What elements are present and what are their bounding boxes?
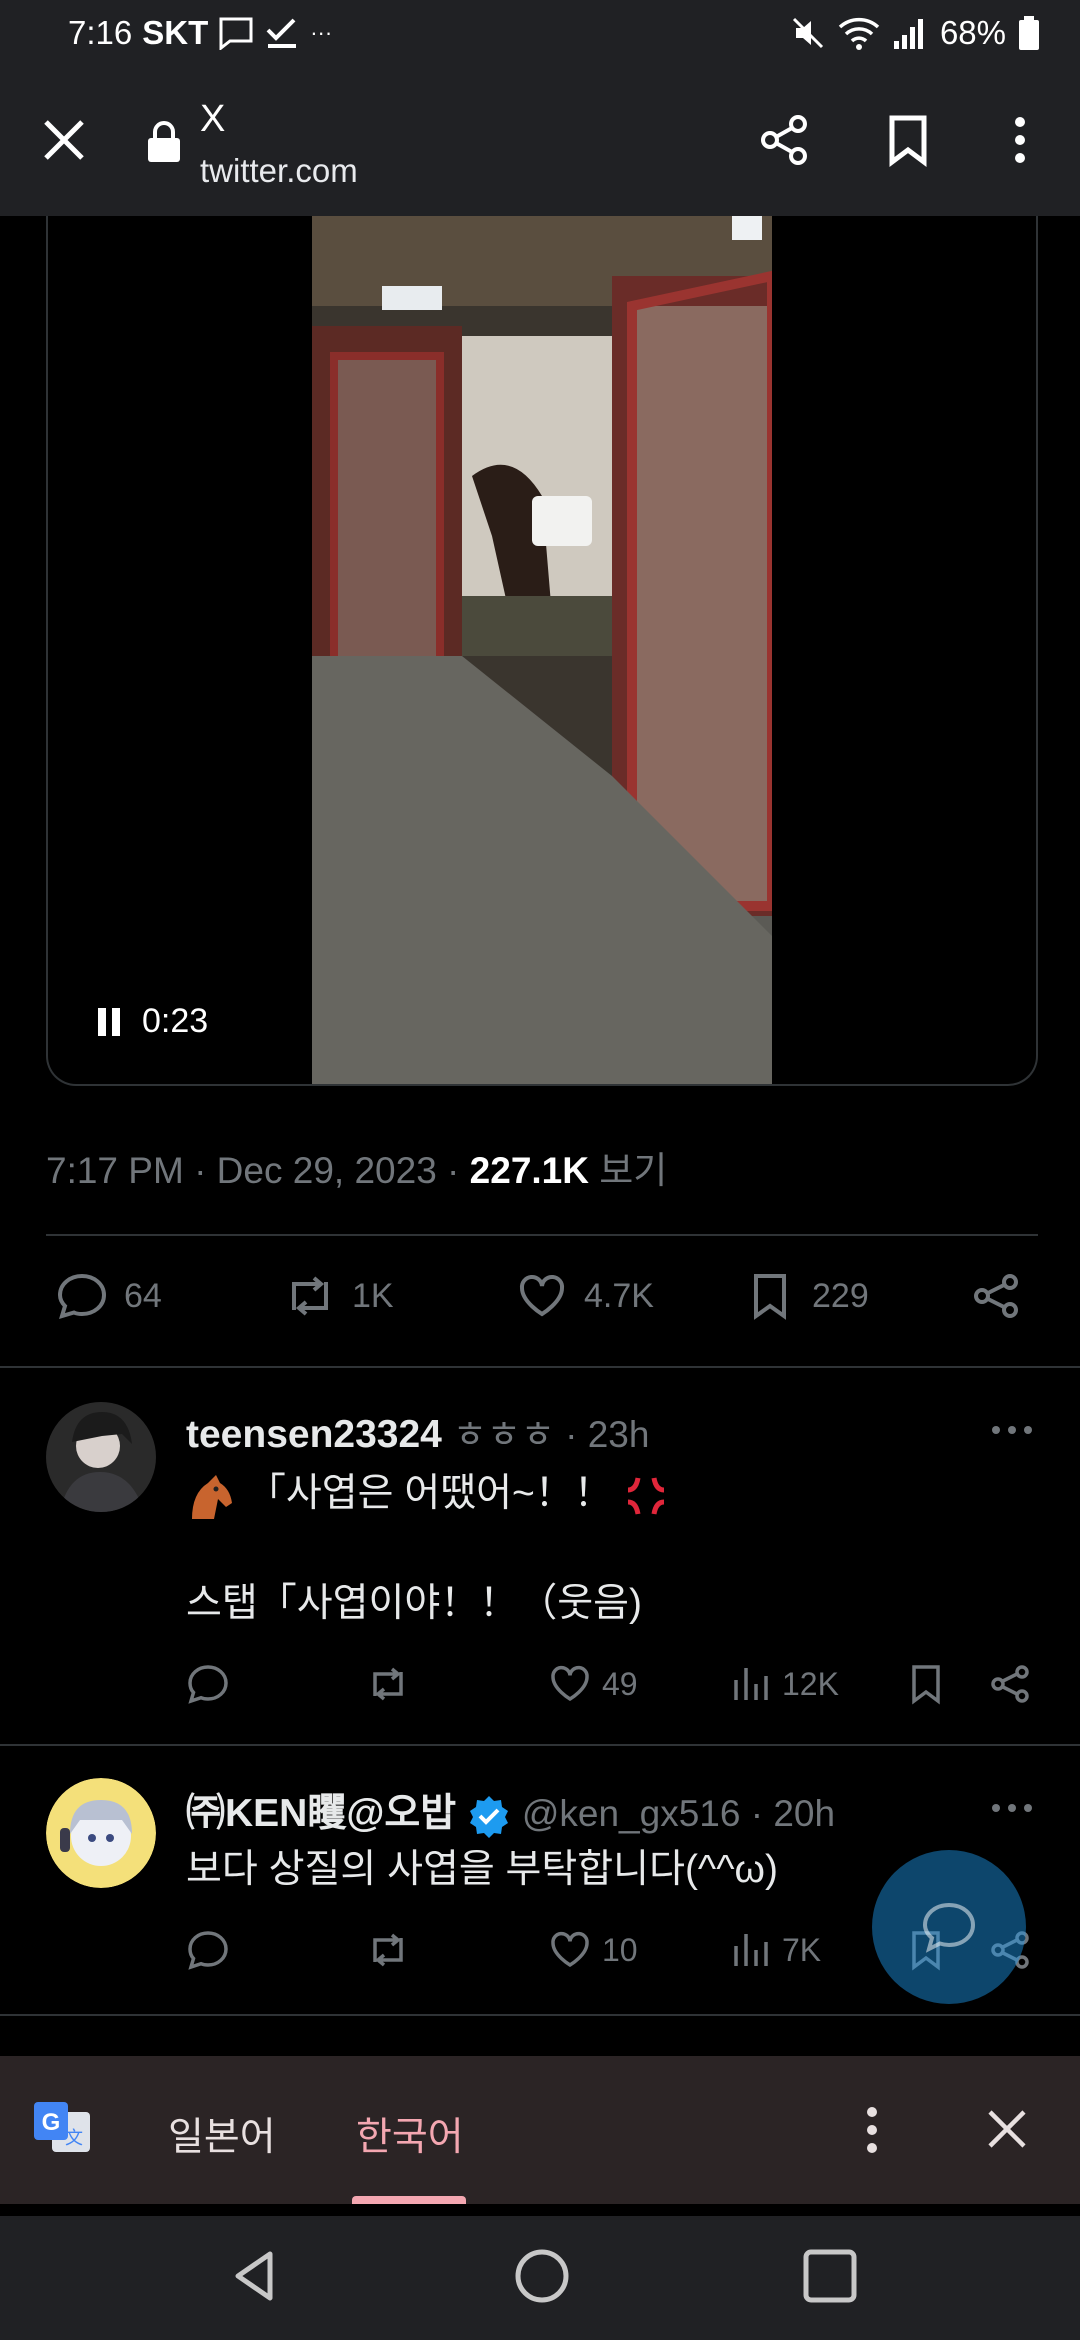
more-vert-icon[interactable]	[1000, 112, 1040, 168]
heart-icon	[519, 1275, 565, 1317]
close-icon[interactable]	[984, 2106, 1030, 2152]
reply-bubble-icon	[922, 1902, 976, 1953]
status-time: 7:16	[68, 14, 133, 51]
reply-tweet[interactable]: teensen23324 ㅎㅎㅎ · 23h 「사엽은 어땠어~！！ 스탭「사엽…	[0, 1366, 1080, 1746]
bookmark-icon[interactable]	[880, 112, 936, 168]
views-count: 227.1K	[469, 1150, 589, 1191]
repost-button[interactable]: 1K	[284, 1270, 394, 1322]
like-button[interactable]: 4.7K	[516, 1270, 654, 1322]
analytics-icon	[734, 1668, 768, 1700]
repost-icon	[292, 1276, 328, 1316]
more-vert-icon[interactable]	[852, 2100, 892, 2160]
google-translate-icon[interactable]: G文	[32, 2098, 92, 2158]
bookmark-icon	[754, 1274, 786, 1320]
reply-text-line: 「사엽은 어땠어~！！	[186, 1462, 668, 1519]
repost-icon	[373, 1933, 403, 1967]
compose-reply-button[interactable]	[872, 1850, 1026, 2004]
carrier-label: SKT	[142, 14, 209, 51]
share-icon	[991, 1665, 1029, 1703]
target-language-tab[interactable]: 한국어	[356, 2106, 464, 2162]
divider	[46, 1234, 1038, 1236]
divider	[0, 2014, 1080, 2016]
translate-bar: G文 일본어 한국어	[0, 2056, 1080, 2204]
battery-icon	[1019, 16, 1039, 50]
share-button[interactable]	[988, 1662, 1032, 1706]
views-button[interactable]: 12K	[728, 1662, 839, 1706]
reply-button[interactable]: 64	[56, 1270, 162, 1322]
repost-icon	[373, 1667, 403, 1701]
url-text[interactable]: twitter.com	[200, 152, 358, 190]
reply-icon	[57, 1273, 107, 1319]
battery-percent: 68%	[939, 14, 1006, 51]
status-bar: 7:16 SKT ··· 68%	[0, 0, 1080, 68]
reply-author[interactable]: ㈜KEN䂄@오밥 @ken_gx516 · 20h	[186, 1782, 835, 1838]
recent-apps-icon[interactable]	[800, 2246, 860, 2306]
video-controls: 0:23	[98, 1002, 208, 1041]
repost-button[interactable]	[366, 1928, 410, 1972]
pause-icon[interactable]	[98, 1007, 120, 1036]
svg-text:文: 文	[65, 2128, 83, 2148]
video-player[interactable]: 0:23	[46, 216, 1038, 1086]
signal-icon	[893, 19, 923, 49]
reply-author[interactable]: teensen23324 ㅎㅎㅎ · 23h	[186, 1404, 649, 1458]
reply-handle-time: @ken_gx516 · 20h	[521, 1793, 836, 1834]
bookmark-button[interactable]	[904, 1662, 948, 1706]
like-button[interactable]: 49	[548, 1662, 638, 1706]
active-tab-indicator	[352, 2196, 466, 2204]
repost-button[interactable]	[366, 1662, 410, 1706]
share-icon[interactable]	[756, 112, 812, 168]
share-button[interactable]	[970, 1270, 1022, 1322]
home-icon[interactable]	[512, 2246, 572, 2306]
verified-badge-icon	[469, 1795, 508, 1838]
more-notifications-icon: ···	[310, 20, 333, 45]
tweet-actions: 64 1K 4.7K 229	[56, 1270, 1026, 1334]
wifi-icon	[838, 17, 880, 50]
stable-video-still	[312, 216, 772, 1084]
bookmark-button[interactable]: 229	[744, 1270, 869, 1322]
heart-icon	[551, 1931, 589, 1968]
source-language-tab[interactable]: 일본어	[168, 2106, 276, 2162]
close-icon[interactable]	[36, 112, 92, 168]
avatar[interactable]	[46, 1402, 156, 1512]
lock-icon[interactable]	[146, 120, 182, 164]
more-options-icon[interactable]	[992, 1804, 1032, 1816]
analytics-icon	[734, 1934, 768, 1966]
mute-icon	[792, 17, 823, 49]
horse-emoji-icon	[192, 1474, 232, 1519]
reply-button[interactable]	[186, 1928, 230, 1972]
tweet-meta: 7:17 PM · Dec 29, 2023 · 227.1K 보기	[46, 1140, 667, 1194]
message-icon	[219, 17, 253, 50]
more-options-icon[interactable]	[992, 1426, 1032, 1438]
reply-text-line: 보다 상질의 사엽을 부탁합니다(^^ω)	[186, 1848, 778, 1891]
page-title: X	[200, 98, 226, 140]
video-time: 0:23	[142, 1002, 209, 1040]
svg-text:G: G	[42, 2109, 61, 2136]
share-icon	[974, 1274, 1018, 1318]
reply-text-line: 스탭「사엽이야！！（웃음)	[186, 1582, 643, 1625]
bookmark-icon	[912, 1665, 940, 1705]
browser-toolbar: X twitter.com	[0, 68, 1080, 216]
tweet-timestamp[interactable]: 7:17 PM · Dec 29, 2023 ·	[46, 1150, 470, 1191]
views-button[interactable]: 7K	[728, 1928, 821, 1972]
like-button[interactable]: 10	[548, 1928, 638, 1972]
reply-handle-time: ㅎㅎㅎ · 23h	[452, 1414, 650, 1455]
video-frame[interactable]	[312, 216, 772, 1084]
back-icon[interactable]	[226, 2246, 286, 2306]
anger-symbol-icon	[627, 1477, 664, 1515]
reply-icon	[188, 1931, 228, 1970]
reply-icon	[188, 1665, 228, 1704]
task-check-icon	[266, 18, 297, 48]
heart-icon	[551, 1665, 589, 1702]
avatar[interactable]	[46, 1778, 156, 1888]
system-nav-bar	[0, 2216, 1080, 2340]
reply-button[interactable]	[186, 1662, 230, 1706]
views-label: 보기	[599, 1150, 668, 1191]
